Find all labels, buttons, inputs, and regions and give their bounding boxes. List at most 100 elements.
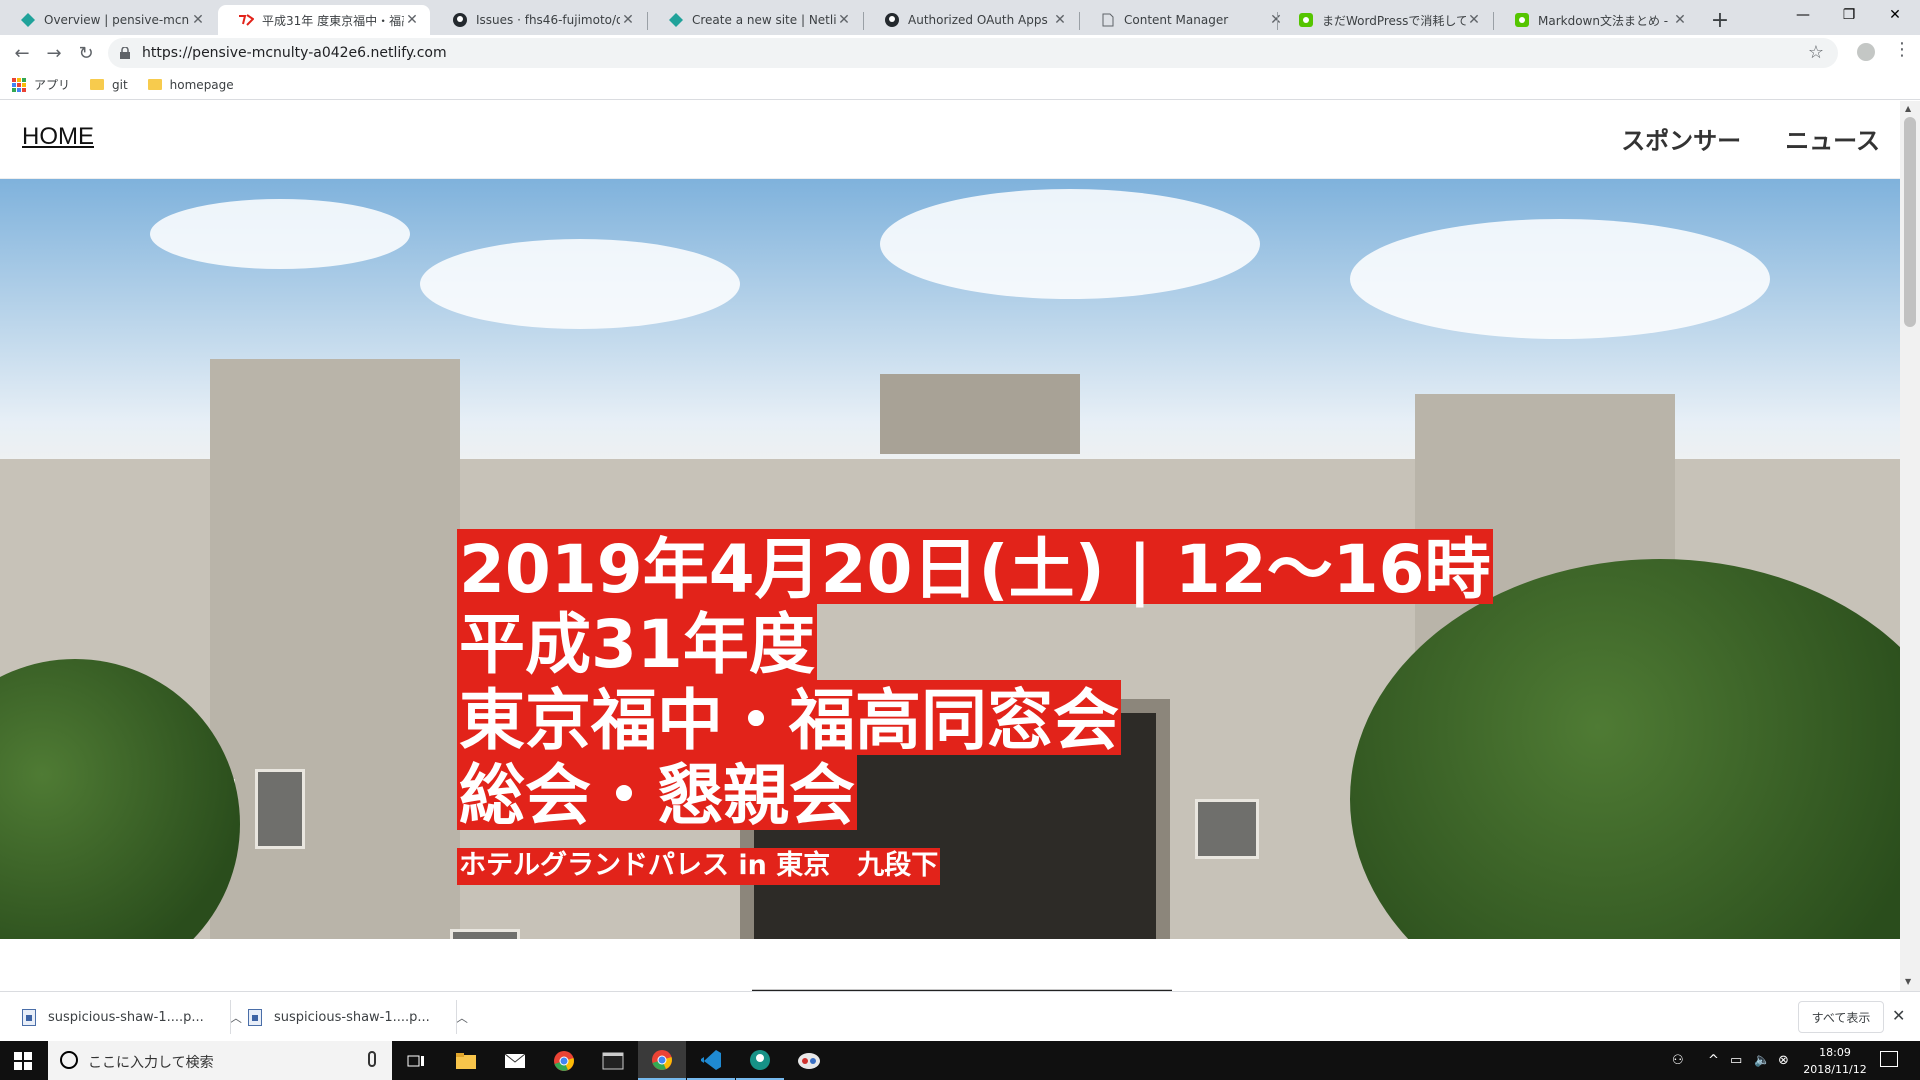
apps-icon	[12, 77, 26, 92]
bookmark-label: homepage	[169, 77, 234, 92]
download-item[interactable]: suspicious-shaw-1....p... ︿	[22, 1000, 242, 1034]
tab-qiita-markdown[interactable]: Markdown文法まとめ - Qiita ✕	[1494, 5, 1698, 35]
address-bar[interactable]: https://pensive-mcnulty-a042e6.netlify.c…	[108, 38, 1838, 68]
windows-start-icon[interactable]	[14, 1052, 32, 1070]
gitkraken-icon[interactable]	[736, 1041, 784, 1080]
app-icon[interactable]	[785, 1041, 833, 1080]
url-text: https://pensive-mcnulty-a042e6.netlify.c…	[142, 45, 447, 61]
tab-qiita-wordpress[interactable]: まだWordPressで消耗してるの ✕	[1278, 5, 1492, 35]
crest-pediment	[880, 374, 1080, 454]
close-icon[interactable]: ✕	[836, 12, 852, 28]
mail-icon[interactable]	[491, 1041, 539, 1080]
bookmark-star-icon[interactable]: ☆	[1808, 42, 1824, 63]
tab-title: Overview | pensive-mcnulty	[44, 13, 190, 27]
download-divider	[456, 1000, 457, 1034]
network-icon[interactable]: ▭	[1730, 1041, 1742, 1080]
netlify-icon	[668, 12, 684, 28]
bookmark-homepage[interactable]: homepage	[147, 77, 234, 92]
profile-avatar[interactable]	[1857, 43, 1875, 61]
file-icon	[248, 1008, 262, 1026]
tab-title: Create a new site | Netlify	[692, 13, 836, 27]
event-venue: ホテルグランドパレス in 東京 九段下	[457, 848, 941, 885]
download-filename: suspicious-shaw-1....p...	[48, 1009, 204, 1025]
clock-date: 2018/11/12	[1803, 1063, 1867, 1076]
vscode-icon[interactable]	[687, 1041, 735, 1080]
close-icon[interactable]: ✕	[1466, 12, 1482, 28]
close-icon[interactable]: ✕	[1672, 12, 1688, 28]
chrome-active-icon[interactable]	[638, 1041, 686, 1080]
bookmark-git[interactable]: git	[90, 78, 128, 92]
nav-news-link[interactable]: ニュース	[1785, 121, 1880, 156]
tab-content-manager[interactable]: Content Manager ✕	[1080, 5, 1294, 35]
taskbar-search-box[interactable]: ここに入力して検索	[48, 1041, 392, 1080]
task-view-icon[interactable]	[392, 1041, 440, 1080]
scrollbar-thumb[interactable]	[1904, 117, 1916, 327]
tab-github-issues[interactable]: Issues · fhs46-fujimoto/one ✕	[432, 5, 646, 35]
bookmark-apps[interactable]: アプリ	[12, 76, 70, 93]
terminal-icon[interactable]	[589, 1041, 637, 1080]
cloud	[420, 239, 740, 329]
tab-title: まだWordPressで消耗してるの	[1322, 13, 1466, 28]
home-link[interactable]: HOME	[22, 123, 94, 151]
chevron-up-icon[interactable]: ︿	[456, 1009, 468, 1026]
restore-button[interactable]: ❐	[1826, 0, 1872, 30]
hero-text: 2019年4月20日(土) | 12〜16時 平成31年度 東京福中・福高同窓会…	[457, 529, 1493, 885]
hero-banner: 2019年4月20日(土) | 12〜16時 平成31年度 東京福中・福高同窓会…	[0, 179, 1900, 939]
scroll-down-arrow-icon[interactable]: ▼	[1905, 977, 1911, 986]
tab-title: Issues · fhs46-fujimoto/one	[476, 13, 620, 27]
bookmark-label: アプリ	[34, 78, 71, 92]
close-icon[interactable]: ✕	[1052, 12, 1068, 28]
close-icon[interactable]: ✕	[404, 12, 420, 28]
cortana-icon	[60, 1051, 78, 1069]
tab-title: Authorized OAuth Apps	[908, 13, 1048, 27]
close-downloads-icon[interactable]: ✕	[1892, 1006, 1905, 1025]
tab-active-site[interactable]: 平成31年 度東京福中・福高 ✕	[218, 5, 430, 35]
file-explorer-icon[interactable]	[442, 1041, 490, 1080]
tab-netlify-create[interactable]: Create a new site | Netlify ✕	[648, 5, 862, 35]
bookmarks-bar: アプリ git homepage	[0, 70, 1920, 100]
tray-chevron-up-icon[interactable]: ^	[1708, 1041, 1719, 1080]
page-scrollbar[interactable]: ▲ ▼	[1900, 101, 1920, 991]
download-item[interactable]: suspicious-shaw-1....p... ︿	[248, 1000, 468, 1034]
reload-button[interactable]: ↻	[72, 39, 100, 67]
tab-netlify-overview[interactable]: Overview | pensive-mcnulty ✕	[0, 5, 216, 35]
microphone-icon[interactable]	[368, 1051, 376, 1067]
windows-taskbar: ここに入力して検索 ⚇ ^ ▭ 🔈 ⊗ 18:09 2018/11/12	[0, 1041, 1920, 1080]
scroll-up-arrow-icon[interactable]: ▲	[1905, 104, 1911, 113]
search-placeholder: ここに入力して検索	[88, 1055, 214, 1071]
folder-icon	[147, 79, 162, 90]
qiita-icon	[1298, 12, 1314, 28]
back-button[interactable]: ←	[8, 39, 36, 67]
event-org: 東京福中・福高同窓会	[457, 679, 1121, 759]
downloads-shelf: suspicious-shaw-1....p... ︿ suspicious-s…	[0, 991, 1920, 1041]
menu-icon[interactable]: ⋮	[1893, 39, 1911, 60]
show-all-downloads-button[interactable]: すべて表示	[1798, 1001, 1884, 1033]
chrome-icon[interactable]	[540, 1041, 588, 1080]
close-icon[interactable]: ✕	[190, 12, 206, 28]
new-tab-button[interactable]: +	[1706, 6, 1734, 34]
netlify-icon	[20, 12, 36, 28]
minimize-button[interactable]: —	[1780, 0, 1826, 30]
folder-icon	[90, 79, 105, 90]
nav-sponsor-link[interactable]: スポンサー	[1621, 121, 1741, 156]
github-icon	[884, 12, 900, 28]
qiita-icon	[1514, 12, 1530, 28]
event-year: 平成31年度	[457, 604, 817, 684]
volume-icon[interactable]: 🔈	[1754, 1041, 1770, 1080]
people-icon[interactable]: ⚇	[1672, 1041, 1684, 1080]
browser-toolbar: ← → ↻ https://pensive-mcnulty-a042e6.net…	[0, 35, 1920, 70]
tab-oauth-apps[interactable]: Authorized OAuth Apps ✕	[864, 5, 1078, 35]
site-header: HOME スポンサー ニュース	[0, 101, 1900, 179]
close-icon[interactable]: ✕	[620, 12, 636, 28]
event-title: 総会・懇親会	[457, 754, 857, 834]
forward-button[interactable]: →	[40, 39, 68, 67]
cloud	[150, 199, 410, 269]
close-window-button[interactable]: ✕	[1872, 0, 1918, 30]
web-page: HOME スポンサー ニュース 2019年4月20日(土) | 12〜16時 平…	[0, 101, 1900, 991]
ime-icon[interactable]: ⊗	[1778, 1041, 1789, 1080]
chevron-up-icon[interactable]: ︿	[230, 1009, 242, 1026]
taskbar-clock[interactable]: 18:09 2018/11/12	[1800, 1044, 1870, 1078]
notification-center-icon[interactable]	[1880, 1051, 1898, 1067]
lock-icon	[120, 47, 130, 59]
download-divider	[230, 1000, 231, 1034]
